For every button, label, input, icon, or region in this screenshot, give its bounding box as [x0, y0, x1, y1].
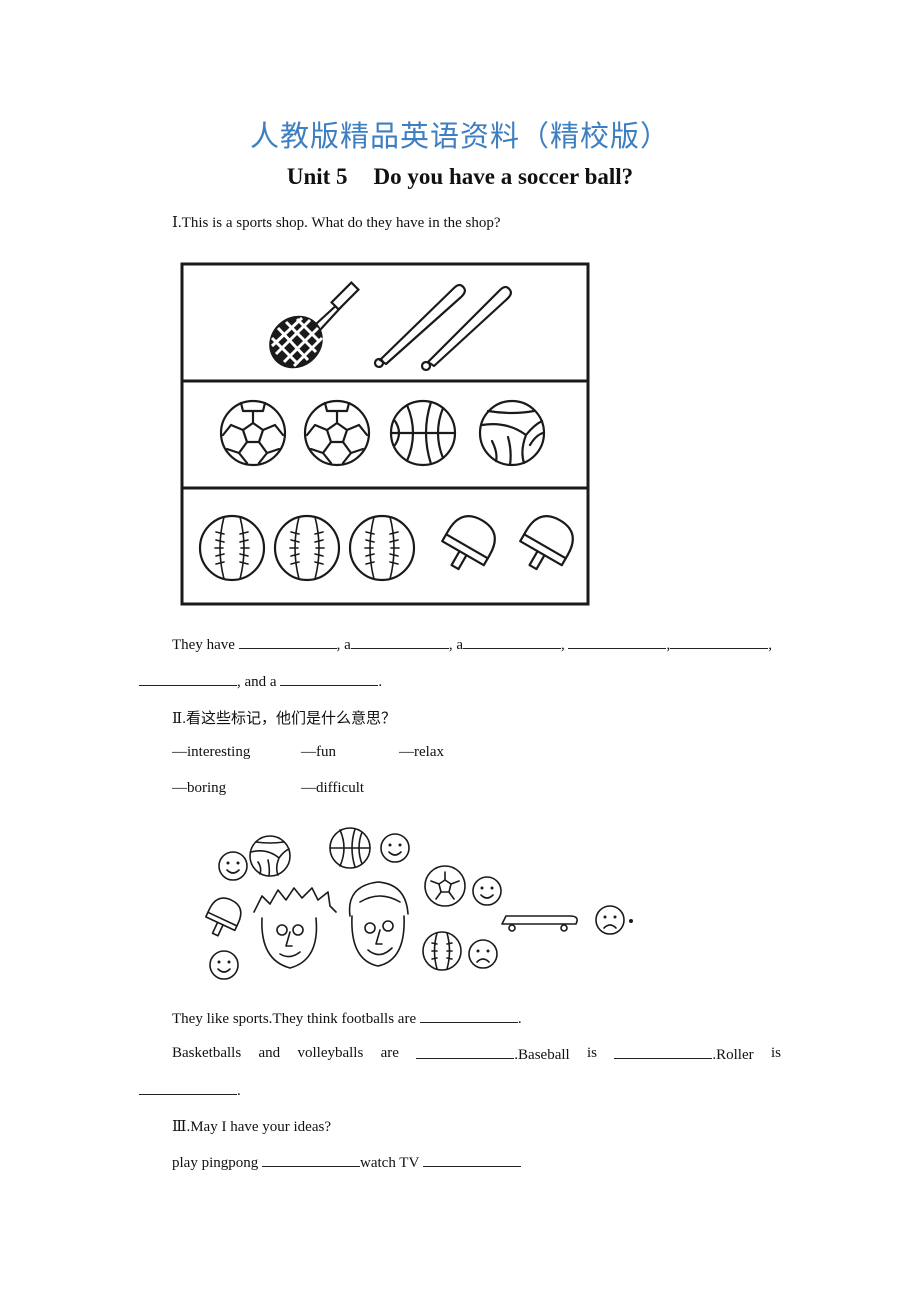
sports-shop-picture [180, 262, 590, 606]
answer-blank[interactable] [614, 1045, 713, 1059]
section3-heading: Ⅲ.May I have your ideas? [172, 1119, 331, 1135]
frown-face-icon [468, 939, 498, 969]
answer-blank[interactable] [262, 1153, 360, 1167]
smile-face-icon [472, 876, 502, 906]
answer-blank[interactable] [422, 1153, 521, 1167]
baseball-icon [348, 514, 416, 582]
unit-title: Unit 5 Do you have a soccer ball? [0, 164, 920, 190]
tennis-racket-icon [269, 281, 360, 369]
legend-relax: —relax [399, 744, 444, 760]
shop-sentence-line2: , and a . [139, 672, 382, 691]
baseball-icon [273, 514, 341, 582]
answer-blank[interactable] [568, 635, 667, 649]
answer-blank[interactable] [139, 1081, 237, 1095]
answer-blank[interactable] [350, 635, 449, 649]
boy-smiling-illustration [348, 881, 409, 967]
soccer-ball-icon [219, 399, 287, 467]
answer-blank[interactable] [280, 672, 379, 686]
answer-blank[interactable] [419, 1009, 518, 1023]
ping-pong-paddle-icon [519, 515, 574, 571]
feelings-line3: . [139, 1081, 241, 1100]
answer-blank[interactable] [238, 635, 337, 649]
smile-face-icon [380, 833, 410, 863]
legend-fun: —fun [301, 744, 336, 760]
skateboard-icon [501, 915, 578, 932]
soccer-ball-icon [303, 399, 371, 467]
baseball-icon [198, 514, 266, 582]
legend-difficult: —difficult [301, 780, 365, 796]
baseball-bat-icon [420, 285, 512, 372]
baseball-bat-icon [373, 283, 466, 369]
legend-boring: —boring [172, 780, 227, 796]
smile-face-icon [218, 851, 248, 881]
soccer-ball-icon [424, 865, 466, 907]
unit-question: Do you have a soccer ball? [373, 164, 634, 189]
basketball-icon [389, 399, 457, 467]
baseball-icon [422, 931, 462, 971]
answer-blank[interactable] [462, 635, 561, 649]
answer-blank[interactable] [670, 635, 769, 649]
unit-number: Unit 5 [286, 164, 348, 189]
basketball-icon [329, 827, 371, 869]
banner-title: 人教版精品英语资料（精校版） [249, 119, 670, 153]
answer-blank[interactable] [416, 1045, 515, 1059]
shop-sentence-line1: They have , a, a, ,, [172, 635, 772, 653]
section2-heading: Ⅱ.看这些标记，他们是什么意思？ [172, 711, 396, 727]
ideas-line: play pingpong watch TV [172, 1153, 521, 1172]
answer-blank[interactable] [139, 672, 237, 686]
section1-heading: Ⅰ.This is a sports shop. What do they ha… [172, 215, 501, 231]
volleyball-icon [249, 835, 291, 877]
frown-face-icon [595, 905, 625, 935]
feelings-line1: They like sports.They think footballs ar… [172, 1009, 522, 1027]
ping-pong-paddle-icon [441, 515, 496, 571]
feelings-line2: Basketballs and volleyballs are .Baseball is.… [172, 1045, 781, 1063]
boy-spiky-hair-illustration [253, 887, 337, 969]
feelings-picture [205, 827, 633, 980]
smile-face-icon [209, 950, 239, 980]
ping-pong-paddle-icon [205, 897, 242, 937]
volleyball-icon [478, 399, 546, 467]
legend-interesting: —interesting [172, 744, 251, 760]
